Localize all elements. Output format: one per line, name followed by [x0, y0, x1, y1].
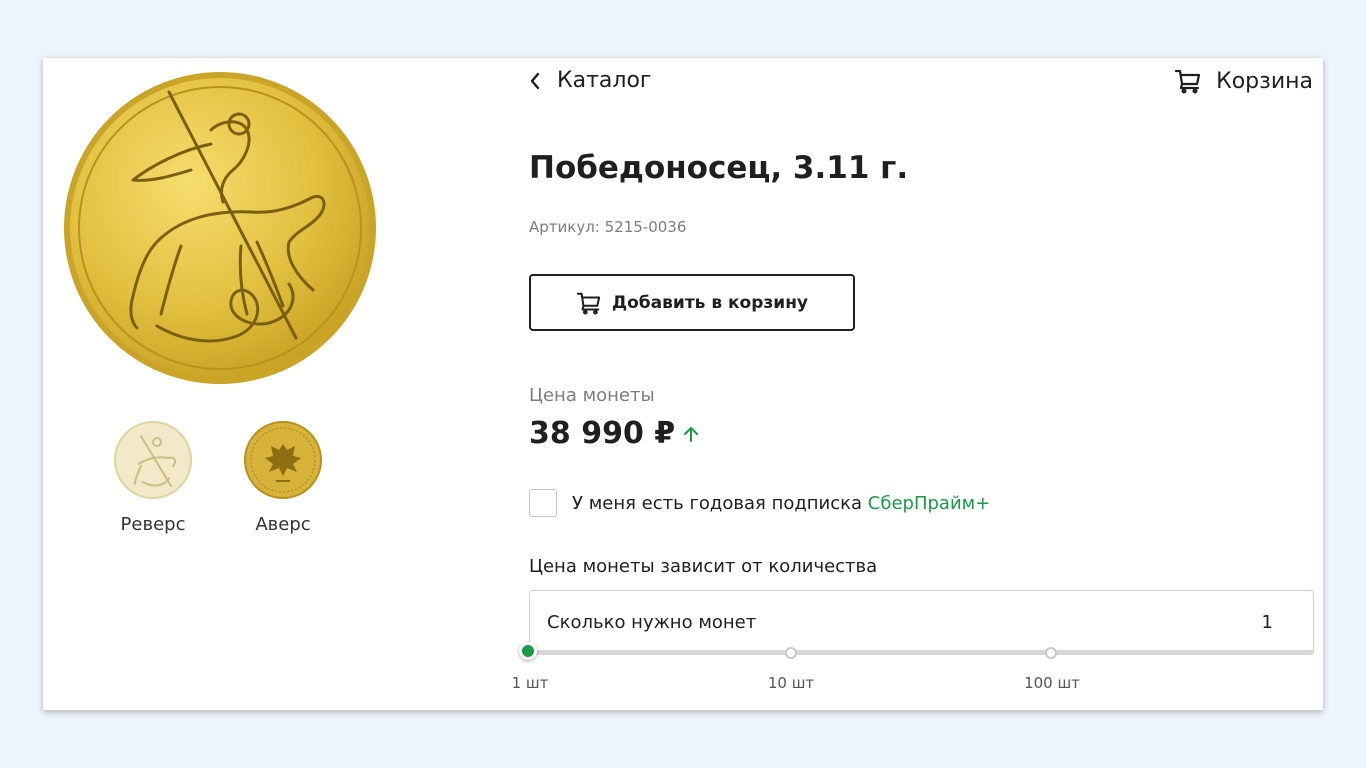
subscription-text: У меня есть годовая подписка: [572, 493, 868, 514]
quantity-slider-handle[interactable]: [519, 642, 537, 660]
cart-link[interactable]: Корзина: [1174, 68, 1313, 94]
cart-link-label: Корзина: [1216, 68, 1313, 94]
cart-icon: [1174, 69, 1201, 94]
subscription-label: У меня есть годовая подписка СберПрайм+: [572, 493, 990, 514]
slider-tick-label: 100 шт: [1024, 674, 1080, 692]
quantity-section-label: Цена монеты зависит от количества: [529, 556, 878, 577]
chevron-left-icon: [530, 72, 540, 89]
sberprime-link[interactable]: СберПрайм+: [868, 493, 991, 514]
add-to-cart-label: Добавить в корзину: [611, 292, 809, 313]
cart-icon: [576, 292, 601, 315]
back-link-label: Каталог: [557, 68, 652, 93]
price-value: 38 990 ₽: [529, 416, 676, 451]
coin-obverse-thumbnail: [244, 421, 322, 499]
quantity-value: 1: [1261, 612, 1273, 633]
subscription-checkbox[interactable]: [529, 489, 557, 517]
product-card: Реверс Аверс Каталог Корзина Победоносец…: [43, 58, 1323, 710]
quantity-label: Сколько нужно монет: [547, 612, 757, 633]
thumbnail-label: Аверс: [255, 514, 311, 535]
thumbnail-label: Реверс: [120, 514, 186, 535]
arrow-up-icon: [684, 427, 698, 442]
slider-tick-10[interactable]: [785, 647, 797, 659]
coin-main-image: [64, 72, 376, 384]
slider-tick-label: 10 шт: [767, 674, 815, 692]
slider-tick-100[interactable]: [1045, 647, 1057, 659]
price-label: Цена монеты: [529, 385, 655, 406]
thumbnail-obverse[interactable]: Аверс: [243, 420, 323, 535]
quantity-input[interactable]: Сколько нужно монет 1: [529, 590, 1314, 654]
product-title: Победоносец, 3.11 г.: [529, 150, 909, 186]
slider-tick-label: 1 шт: [511, 674, 549, 692]
thumbnail-reverse[interactable]: Реверс: [113, 420, 193, 535]
back-to-catalog-link[interactable]: Каталог: [529, 68, 651, 93]
quantity-slider-track[interactable]: [529, 650, 1314, 655]
coin-reverse-thumbnail: [114, 421, 192, 499]
product-sku: Артикул: 5215-0036: [529, 218, 687, 236]
add-to-cart-button[interactable]: Добавить в корзину: [529, 274, 855, 331]
